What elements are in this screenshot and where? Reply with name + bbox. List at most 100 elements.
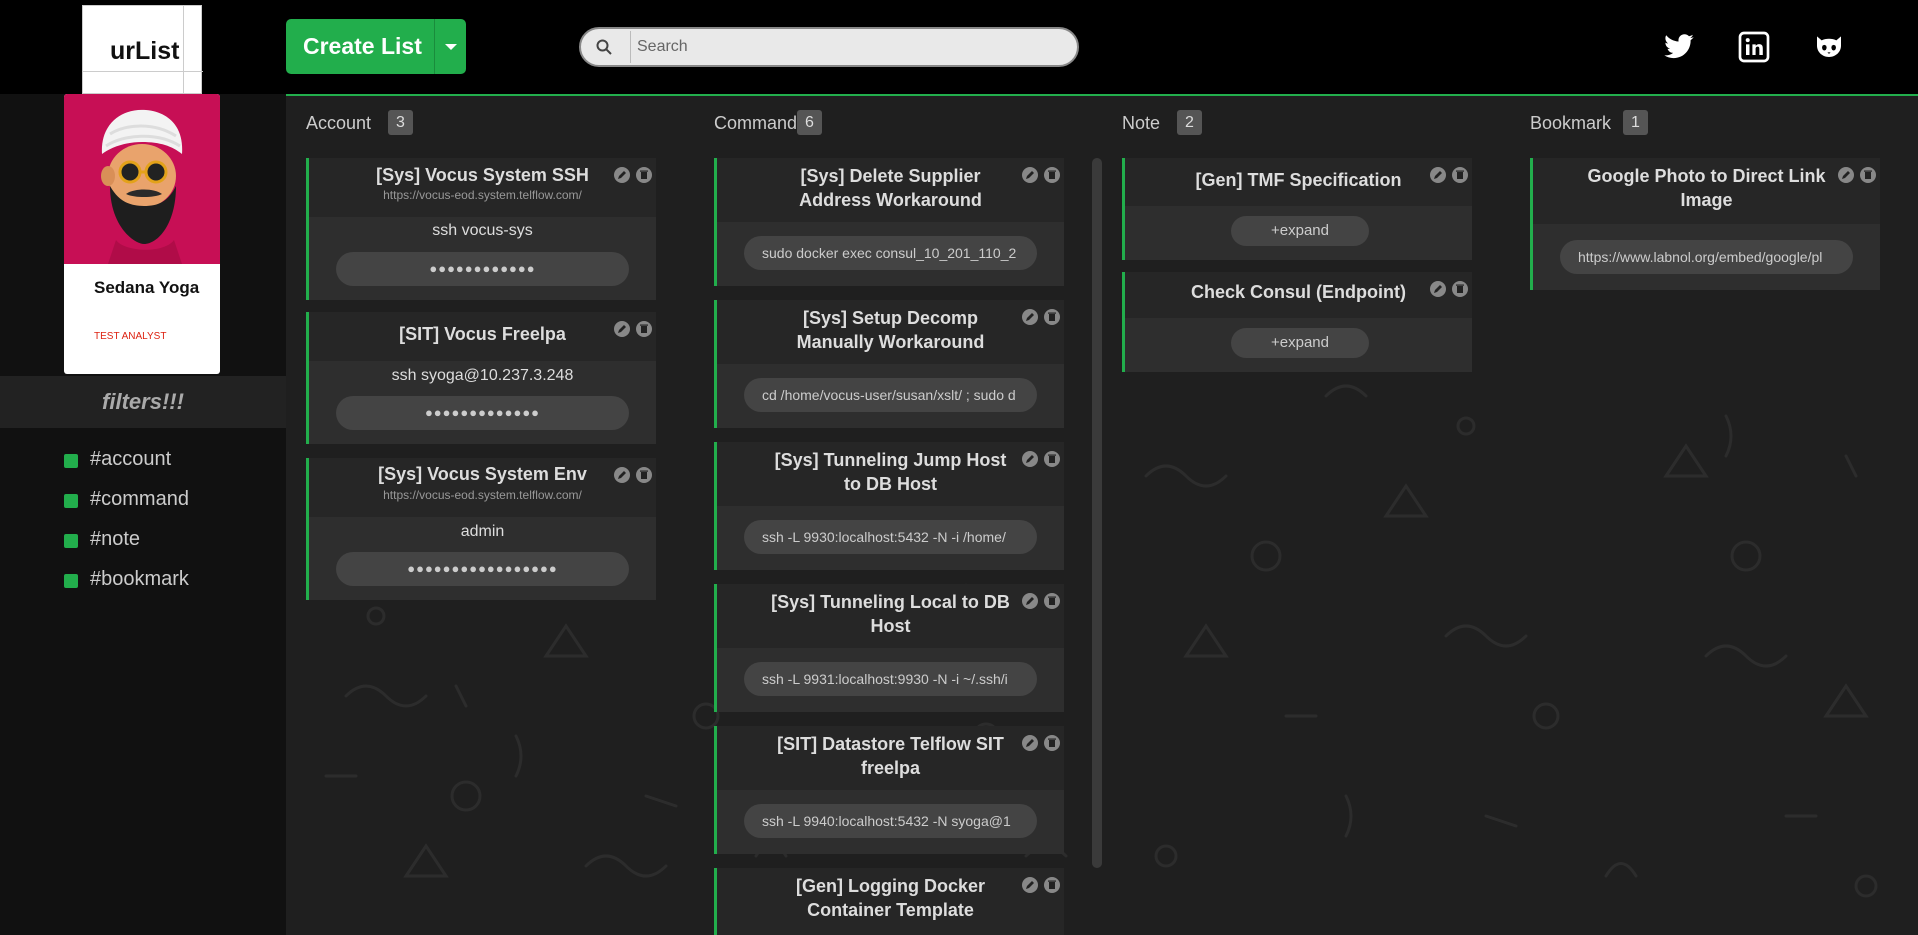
delete-icon[interactable] bbox=[1043, 876, 1061, 894]
note-card: [Gen] TMF Specification +expand bbox=[1122, 158, 1472, 260]
card-title: [Gen] TMF Specification bbox=[1195, 170, 1402, 190]
card-title: [Sys] Vocus System SSH bbox=[376, 165, 589, 185]
search-icon bbox=[596, 39, 612, 55]
account-card: [Sys] Vocus System Env https://vocus-eod… bbox=[306, 458, 656, 600]
column-title: Command bbox=[714, 113, 798, 133]
delete-icon[interactable] bbox=[1043, 450, 1061, 468]
column-title: Account bbox=[306, 113, 372, 133]
avatar-illustration bbox=[101, 109, 183, 264]
delete-icon[interactable] bbox=[1043, 734, 1061, 752]
card-body: ssh vocus-sys ●●●●●●●●●●●● bbox=[309, 217, 656, 300]
card-body: ssh syoga@10.237.3.248 ●●●●●●●●●●●●● bbox=[309, 361, 656, 444]
edit-icon[interactable] bbox=[1429, 166, 1447, 184]
card-username[interactable]: admin bbox=[309, 523, 656, 541]
edit-icon[interactable] bbox=[1021, 734, 1039, 752]
column-count-badge: 3 bbox=[388, 110, 413, 135]
card-username[interactable]: ssh vocus-sys bbox=[309, 222, 656, 240]
edit-icon[interactable] bbox=[613, 320, 631, 338]
delete-icon[interactable] bbox=[1451, 166, 1469, 184]
column-title: Note bbox=[1122, 113, 1161, 133]
delete-icon[interactable] bbox=[1859, 166, 1877, 184]
card-title: [Sys] Vocus System Env bbox=[378, 464, 587, 484]
edit-icon[interactable] bbox=[613, 466, 631, 484]
password-field[interactable]: ●●●●●●●●●●●●●●●●● bbox=[336, 552, 629, 586]
command-field[interactable]: ssh -L 9931:localhost:9930 -N -i ~/.ssh/… bbox=[744, 662, 1037, 696]
edit-icon[interactable] bbox=[1429, 280, 1447, 298]
filter-label: #account bbox=[90, 448, 172, 470]
password-field[interactable]: ●●●●●●●●●●●●● bbox=[336, 396, 629, 430]
create-list-label: Create List bbox=[303, 33, 422, 59]
password-field[interactable]: ●●●●●●●●●●●● bbox=[336, 252, 629, 286]
edit-icon[interactable] bbox=[1021, 450, 1039, 468]
card-body: ssh -L 9930:localhost:5432 -N -i /home/ bbox=[717, 506, 1064, 570]
command-field[interactable]: sudo docker exec consul_10_201_110_2 bbox=[744, 236, 1037, 270]
edit-icon[interactable] bbox=[1021, 166, 1039, 184]
command-field[interactable]: cd /home/vocus-user/susan/xslt/ ; sudo d bbox=[744, 378, 1037, 412]
card-body: ssh -L 9940:localhost:5432 -N syoga@1 bbox=[717, 790, 1064, 854]
search-box bbox=[579, 27, 1079, 67]
avatar bbox=[64, 94, 220, 264]
delete-icon[interactable] bbox=[1043, 166, 1061, 184]
filter-checkbox[interactable] bbox=[64, 494, 78, 508]
column-count-badge: 2 bbox=[1177, 110, 1202, 135]
github-icon[interactable] bbox=[1813, 31, 1845, 63]
delete-icon[interactable] bbox=[1043, 308, 1061, 326]
bookmark-card: Google Photo to Direct Link Image https:… bbox=[1530, 158, 1880, 290]
card-username[interactable]: ssh syoga@10.237.3.248 bbox=[309, 367, 656, 385]
delete-icon[interactable] bbox=[1451, 280, 1469, 298]
delete-icon[interactable] bbox=[635, 320, 653, 338]
expand-button[interactable]: +expand bbox=[1231, 216, 1369, 246]
account-card: [SIT] Vocus Freelpa ssh syoga@10.237.3.2… bbox=[306, 312, 656, 444]
column-scrollbar-thumb[interactable] bbox=[1092, 158, 1102, 868]
filters-header: filters!!! bbox=[0, 376, 286, 428]
filter-label: #command bbox=[90, 488, 189, 510]
column-count-badge: 6 bbox=[797, 110, 822, 135]
card-title: [Sys] Delete Supplier Address Workaround bbox=[799, 166, 982, 210]
edit-icon[interactable] bbox=[613, 166, 631, 184]
filters-title: filters!!! bbox=[102, 389, 184, 414]
card-title: [Sys] Tunneling Local to DB Host bbox=[771, 592, 1010, 636]
expand-button[interactable]: +expand bbox=[1231, 328, 1369, 358]
app-logo[interactable]: urList bbox=[82, 5, 203, 95]
edit-icon[interactable] bbox=[1021, 592, 1039, 610]
filter-label: #note bbox=[90, 528, 141, 550]
twitter-icon[interactable] bbox=[1663, 31, 1695, 63]
profile-name: Sedana Yoga bbox=[94, 278, 200, 297]
card-body: cd /home/vocus-user/susan/xslt/ ; sudo d bbox=[717, 364, 1064, 428]
bookmark-link[interactable]: https://www.labnol.org/embed/google/pl bbox=[1560, 240, 1853, 274]
edit-icon[interactable] bbox=[1837, 166, 1855, 184]
card-body: +expand bbox=[1125, 318, 1472, 372]
card-title: Check Consul (Endpoint) bbox=[1191, 282, 1406, 302]
filter-checkbox[interactable] bbox=[64, 574, 78, 588]
board: Account 3 Command 6 Note 2 Bookmark 1 [S… bbox=[286, 94, 1918, 935]
card-title: [SIT] Vocus Freelpa bbox=[399, 324, 566, 344]
delete-icon[interactable] bbox=[635, 166, 653, 184]
account-card: [Sys] Vocus System SSH https://vocus-eod… bbox=[306, 158, 656, 300]
card-url[interactable]: https://vocus-eod.system.telflow.com/ bbox=[309, 188, 656, 202]
app-logo-text: urList bbox=[110, 37, 180, 65]
card-url[interactable]: https://vocus-eod.system.telflow.com/ bbox=[309, 488, 656, 502]
create-list-dropdown-toggle[interactable] bbox=[434, 19, 466, 74]
search-divider bbox=[630, 31, 631, 63]
profile-card: Sedana Yoga TEST ANALYST bbox=[64, 94, 220, 374]
delete-icon[interactable] bbox=[635, 466, 653, 484]
command-card: [Sys] Tunneling Jump Host to DB Host ssh… bbox=[714, 442, 1064, 570]
filter-checkbox[interactable] bbox=[64, 534, 78, 548]
logo-gridline bbox=[83, 71, 203, 72]
profile-role: TEST ANALYST bbox=[94, 331, 167, 342]
command-card: [Gen] Logging Docker Container Template bbox=[714, 868, 1064, 935]
card-title: [Gen] Logging Docker Container Template bbox=[796, 876, 985, 920]
command-field[interactable]: ssh -L 9940:localhost:5432 -N syoga@1 bbox=[744, 804, 1037, 838]
edit-icon[interactable] bbox=[1021, 308, 1039, 326]
command-field[interactable]: ssh -L 9930:localhost:5432 -N -i /home/ bbox=[744, 520, 1037, 554]
filter-label: #bookmark bbox=[90, 568, 189, 590]
edit-icon[interactable] bbox=[1021, 876, 1039, 894]
delete-icon[interactable] bbox=[1043, 592, 1061, 610]
linkedin-icon[interactable] bbox=[1738, 31, 1770, 63]
card-body: admin ●●●●●●●●●●●●●●●●● bbox=[309, 517, 656, 600]
search-input[interactable] bbox=[637, 32, 1057, 62]
filter-checkbox[interactable] bbox=[64, 454, 78, 468]
card-body: +expand bbox=[1125, 206, 1472, 260]
command-card: [Sys] Setup Decomp Manually Workaround c… bbox=[714, 300, 1064, 428]
card-title: [SIT] Datastore Telflow SIT freelpa bbox=[777, 734, 1004, 778]
